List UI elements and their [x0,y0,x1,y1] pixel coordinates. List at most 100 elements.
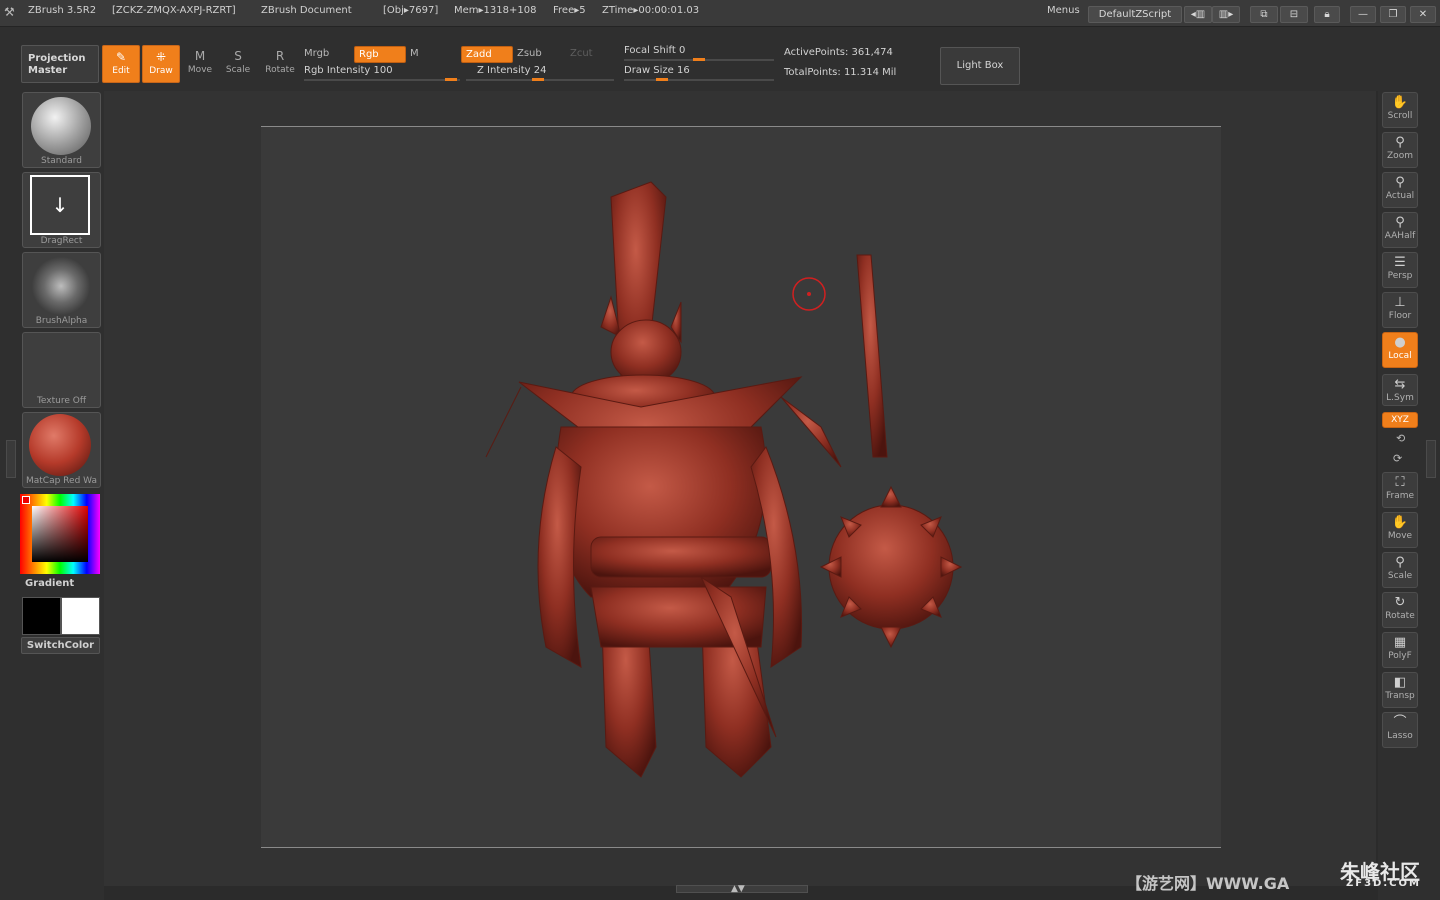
script-next-icon[interactable]: ▥▸ [1212,6,1240,23]
edit-icon: ✎ [115,50,127,64]
brush-alpha-thumb[interactable]: BrushAlpha [22,252,101,328]
xyz-button[interactable]: XYZ [1382,412,1418,428]
left-tray-handle[interactable] [6,440,16,478]
restore-icon[interactable]: ❐ [1380,6,1406,23]
projection-master-button[interactable]: Projection Master [21,45,99,83]
document-canvas[interactable] [261,126,1221,848]
draw-button[interactable]: ⁜ Draw [142,45,180,83]
local-button[interactable]: ● Local [1382,332,1418,368]
jester-sculpt-model[interactable] [261,127,1221,847]
zadd-button[interactable]: Zadd [461,46,513,63]
chevron-up-icon[interactable]: ▲▼ [731,884,745,894]
minimize-icon[interactable]: — [1350,6,1376,23]
secondary-color-swatch[interactable] [61,597,100,635]
watermark-text: 【游艺网】WWW.GA [1126,874,1290,893]
rotate-view-label: Rotate [1385,611,1415,621]
focal-shift-knob[interactable] [693,58,705,61]
rgb-intensity-slider[interactable]: Rgb Intensity 100 [304,65,393,76]
layout-icon[interactable]: ⧉ [1250,6,1278,23]
draw-size-knob[interactable] [656,78,668,81]
dragrect-stroke-thumb[interactable]: ↓ DragRect [22,172,101,248]
z-intensity-knob[interactable] [532,78,544,81]
aahalf-button[interactable]: ⚲ AAHalf [1382,212,1418,248]
color-picker-square[interactable] [32,506,88,562]
draw-size-track[interactable] [624,79,774,81]
ztime: ZTime▸00:00:01.03 [602,5,700,16]
rgb-intensity-knob[interactable] [445,78,457,81]
standard-brush-label: Standard [41,156,82,166]
edit-label: Edit [112,66,130,76]
standard-brush-thumb[interactable]: Standard [22,92,101,168]
matcap-sphere-icon [29,414,91,476]
zoom-icon: ⚲ [1395,135,1405,150]
layout-alt-icon[interactable]: ⊟ [1280,6,1308,23]
transp-button[interactable]: ◧ Transp [1382,672,1418,708]
rotate-view-button[interactable]: ↻ Rotate [1382,592,1418,628]
rotate-y-icon[interactable]: ⟲ [1396,432,1405,445]
move-view-button[interactable]: ✋ Move [1382,512,1418,548]
matcap-thumb[interactable]: MatCap Red Wa [22,412,101,488]
rotate-button[interactable]: R Rotate [262,45,298,81]
lock-icon[interactable]: 🔒︎ [1314,6,1340,23]
mrgb-button[interactable]: Mrgb [300,46,333,61]
rotate-view-icon: ↻ [1394,595,1406,610]
scale-button[interactable]: S Scale [220,45,256,81]
scale-view-button[interactable]: ⚲ Scale [1382,552,1418,588]
focal-shift-slider[interactable]: Focal Shift 0 [624,45,685,56]
xyz-label: XYZ [1391,415,1409,425]
m-button[interactable]: M [406,46,423,61]
lasso-label: Lasso [1387,731,1413,741]
frame-button[interactable]: ⛶ Frame [1382,472,1418,508]
lasso-icon: ⌒ [1393,715,1407,730]
draw-label: Draw [149,66,173,76]
matcap-label: MatCap Red Wa [26,476,97,486]
move-label: Move [187,65,213,75]
edit-button[interactable]: ✎ Edit [102,45,140,83]
color-picker[interactable] [20,494,100,574]
lsym-label: L.Sym [1386,393,1414,403]
move-button[interactable]: M Move [182,45,218,81]
right-tray-handle[interactable] [1426,440,1436,478]
draw-size-slider[interactable]: Draw Size 16 [624,65,690,76]
texture-thumb[interactable]: Texture Off [22,332,101,408]
zsub-button[interactable]: Zsub [513,46,546,61]
texture-label: Texture Off [36,396,87,406]
rotate-z-icon[interactable]: ⟳ [1393,452,1402,465]
scroll-icon: ✋ [1391,95,1409,110]
lsym-button[interactable]: ⇆ L.Sym [1382,374,1418,406]
dragrect-label: DragRect [40,236,83,246]
rgb-intensity-track[interactable] [304,79,460,81]
memory-status: Mem▸1318+108 [454,5,537,16]
local-icon: ● [1394,335,1406,350]
local-label: Local [1388,351,1412,361]
actual-label: Actual [1385,191,1415,201]
menus-button[interactable]: Menus [1047,5,1080,16]
floor-button[interactable]: ⊥ Floor [1382,292,1418,328]
projection-master-label: Projection Master [28,53,86,76]
lasso-button[interactable]: ⌒ Lasso [1382,712,1418,748]
brush-alpha-label: BrushAlpha [35,316,88,326]
top-toolbar: Projection Master ✎ Edit ⁜ Draw M Move S… [0,27,1440,91]
rotate-label: Rotate [265,65,295,75]
close-icon[interactable]: ✕ [1410,6,1436,23]
zcut-button[interactable]: Zcut [566,46,597,61]
actual-button[interactable]: ⚲ Actual [1382,172,1418,208]
light-box-button[interactable]: Light Box [940,47,1020,85]
actual-icon: ⚲ [1395,175,1405,190]
polyf-button[interactable]: ▦ PolyF [1382,632,1418,668]
scale-label: Scale [225,65,251,75]
dragrect-icon: ↓ [30,175,90,235]
serial-number: [ZCKZ-ZMQX-AXPJ-RZRT] [112,5,236,16]
z-intensity-slider[interactable]: Z Intensity 24 [477,65,546,76]
script-prev-icon[interactable]: ◂▥ [1184,6,1212,23]
gradient-toggle[interactable]: Gradient [25,578,74,589]
watermark-domain: ZF3D.COM [1346,878,1421,889]
main-color-swatch[interactable] [22,597,61,635]
scroll-button[interactable]: ✋ Scroll [1382,92,1418,128]
default-zscript-button[interactable]: DefaultZScript [1088,6,1182,23]
persp-button[interactable]: ☰ Persp [1382,252,1418,288]
switch-color-button[interactable]: SwitchColor [21,637,100,654]
rgb-button[interactable]: Rgb [354,46,406,63]
zoom-button[interactable]: ⚲ Zoom [1382,132,1418,168]
brush-alpha-icon [31,257,91,315]
